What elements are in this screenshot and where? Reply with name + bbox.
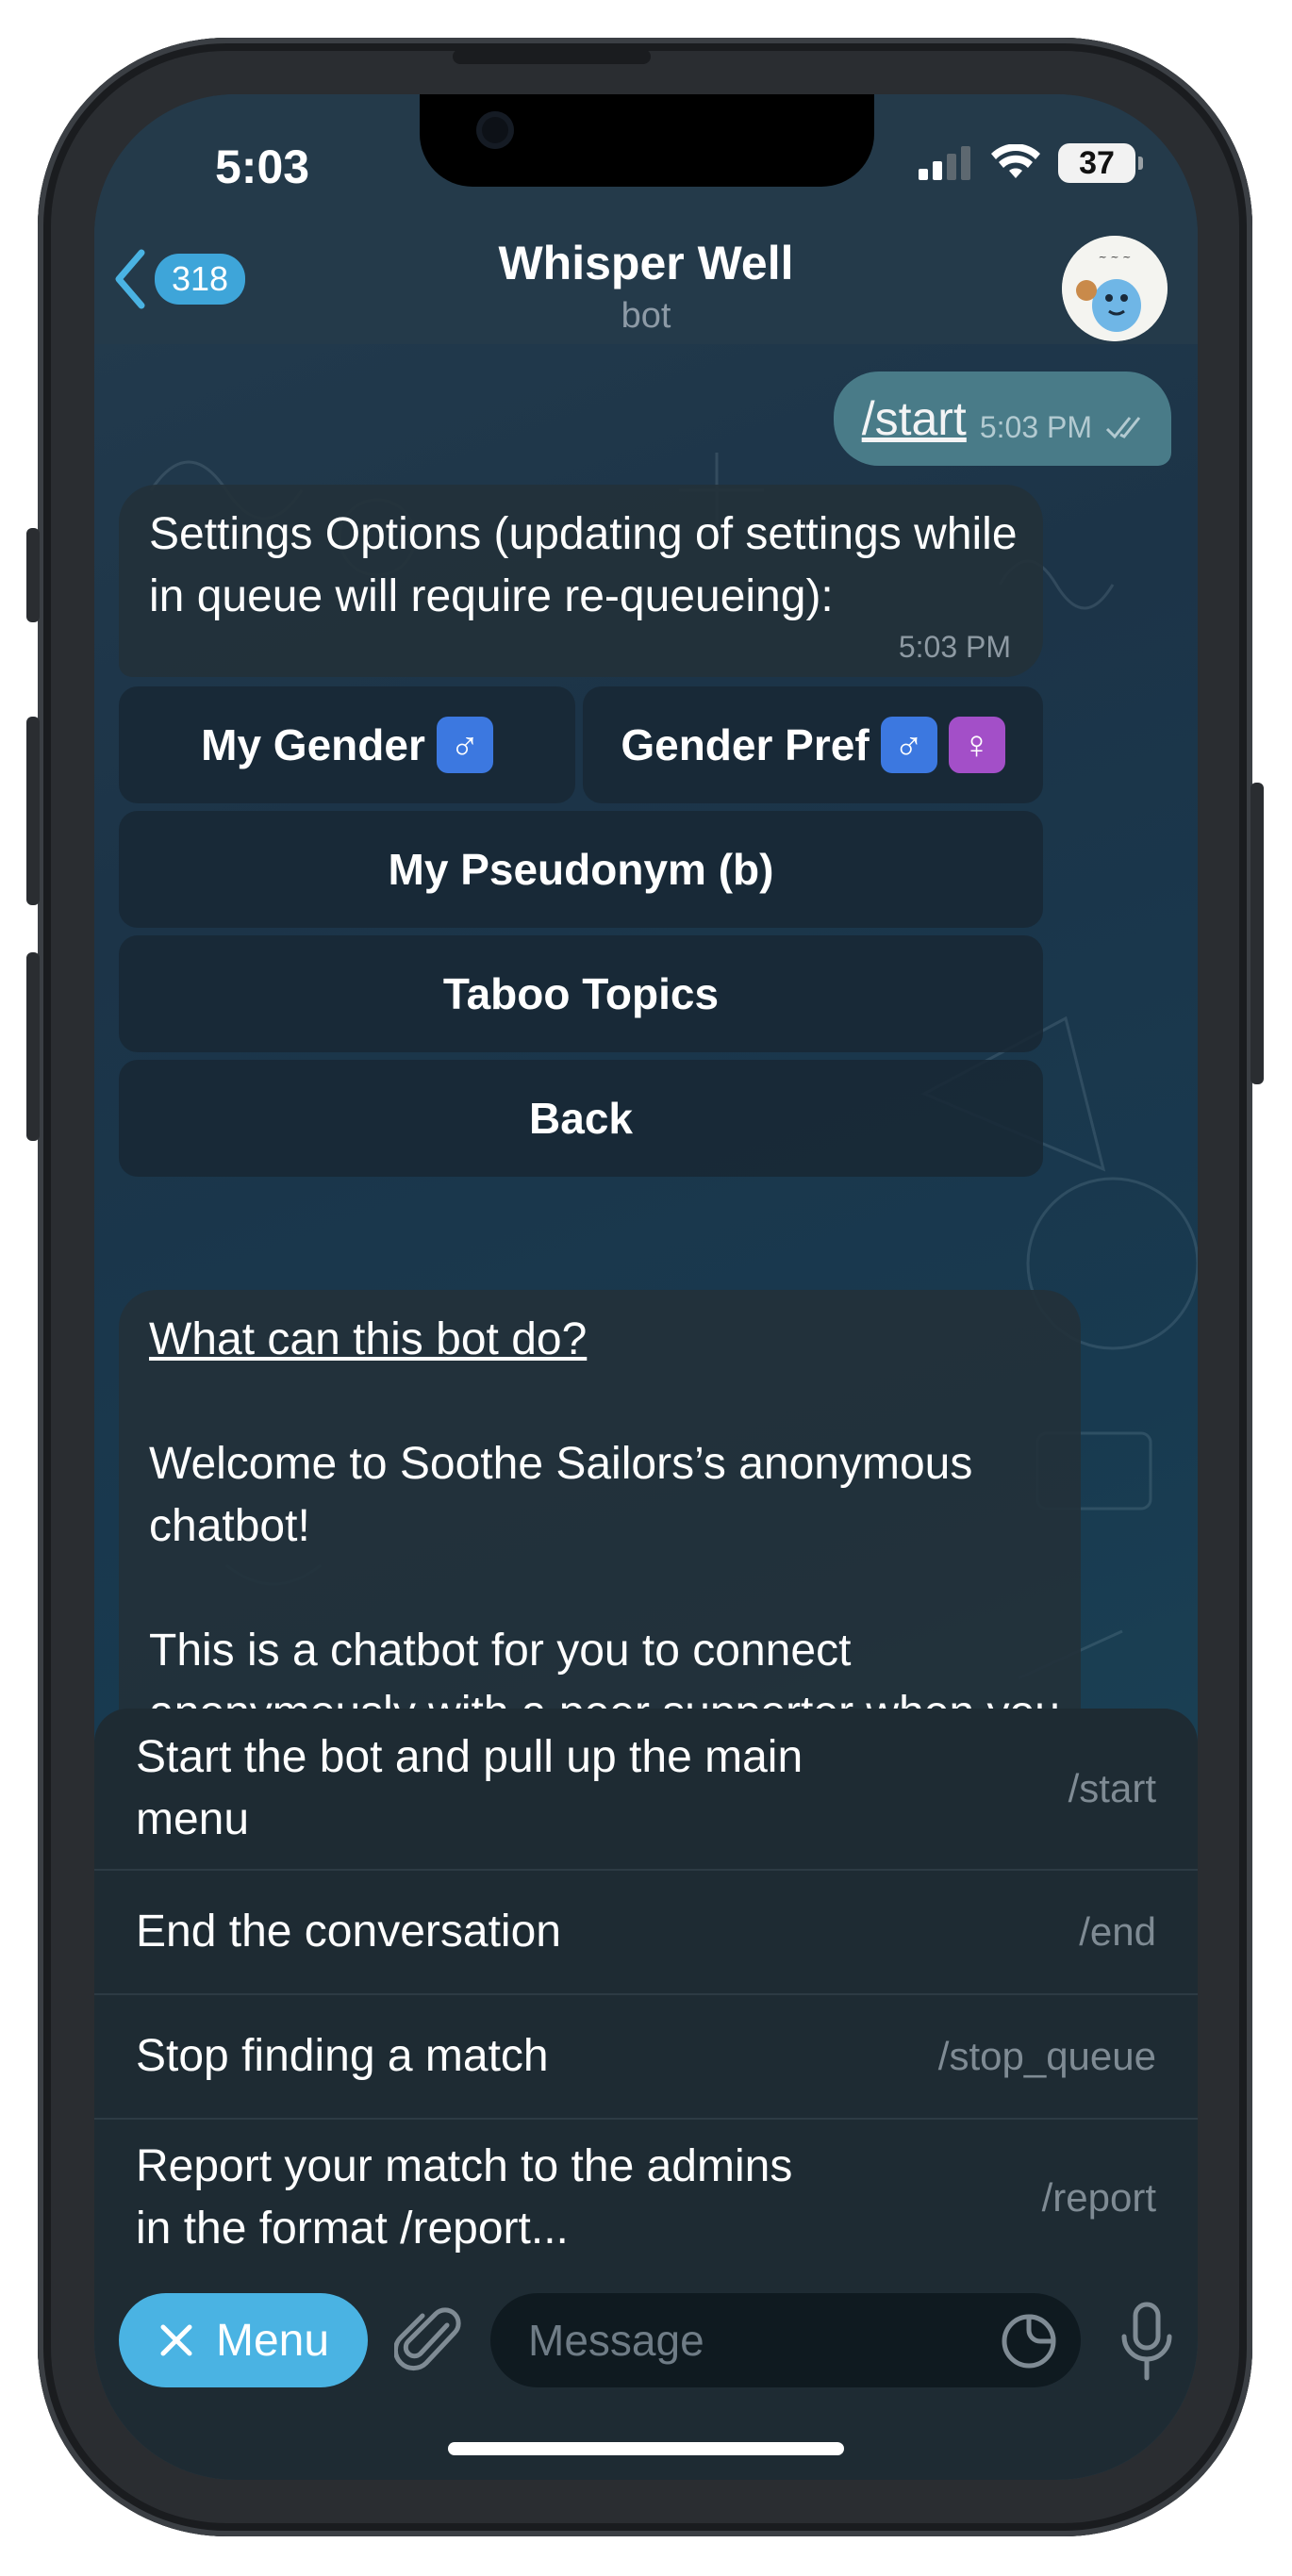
- wifi-icon: [991, 144, 1040, 178]
- command-item-report[interactable]: Report your match to the admins in the f…: [94, 2120, 1198, 2274]
- command-description: Stop finding a match: [136, 2031, 549, 2081]
- taboo-topics-label: Taboo Topics: [442, 969, 720, 1018]
- my-gender-button[interactable]: My Gender ♂: [119, 686, 575, 803]
- command-name: /stop_queue: [937, 2034, 1156, 2078]
- command-name: /start: [1068, 1766, 1156, 1810]
- phone-screen: 5:03 37 318 Whisper Well bot ~ ~ ~ /star…: [94, 94, 1198, 2480]
- paperclip-icon[interactable]: [394, 2304, 470, 2380]
- close-icon: [160, 2324, 192, 2356]
- menu-button-label: Menu: [215, 2315, 330, 2366]
- front-camera: [476, 111, 514, 149]
- taboo-topics-button[interactable]: Taboo Topics: [119, 935, 1043, 1052]
- volume-up-button: [26, 717, 40, 905]
- status-time: 5:03: [215, 140, 310, 193]
- svg-text:~ ~ ~: ~ ~ ~: [1099, 251, 1132, 263]
- chat-subtitle: bot: [621, 296, 671, 336]
- menu-button[interactable]: Menu: [119, 2293, 368, 2387]
- settings-message-time: 5:03 PM: [898, 630, 1011, 664]
- command-item-start[interactable]: Start the bot and pull up the main menu …: [94, 1709, 1198, 1871]
- home-indicator[interactable]: [448, 2442, 844, 2455]
- chat-header: 318 Whisper Well bot ~ ~ ~: [94, 226, 1198, 344]
- man-emoji-icon: ♂: [436, 717, 493, 773]
- gender-pref-button[interactable]: Gender Pref ♂ ♀: [583, 686, 1043, 803]
- bot-avatar-illustration: ~ ~ ~: [1062, 236, 1168, 341]
- settings-message-text: Settings Options (updating of settings w…: [149, 509, 1018, 621]
- back-keyboard-label: Back: [529, 1094, 633, 1143]
- my-gender-label: My Gender: [201, 720, 425, 769]
- command-list: Start the bot and pull up the main menu …: [94, 1709, 1198, 2274]
- gender-pref-label: Gender Pref: [621, 720, 870, 769]
- command-item-end[interactable]: End the conversation /end: [94, 1871, 1198, 1995]
- mute-switch: [26, 528, 40, 622]
- outgoing-message[interactable]: /start 5:03 PM: [833, 372, 1171, 466]
- bot-avatar-icon[interactable]: ~ ~ ~: [1062, 236, 1168, 341]
- back-keyboard-button[interactable]: Back: [119, 1060, 1043, 1177]
- command-item-stop-queue[interactable]: Stop finding a match /stop_queue: [94, 1995, 1198, 2120]
- notch: [420, 94, 874, 187]
- microphone-icon[interactable]: [1113, 2301, 1181, 2382]
- bot-description-title: What can this bot do?: [149, 1314, 588, 1364]
- command-description: Start the bot and pull up the main menu: [136, 1732, 803, 1844]
- status-icons: 37: [919, 143, 1143, 183]
- message-input[interactable]: [490, 2293, 1081, 2387]
- outgoing-message-time: 5:03 PM: [979, 409, 1092, 444]
- chat-title[interactable]: Whisper Well: [94, 236, 1198, 290]
- woman-emoji-icon: ♀: [948, 717, 1005, 773]
- earpiece-speaker: [453, 49, 651, 64]
- outgoing-message-text[interactable]: /start: [862, 391, 967, 446]
- sticker-icon[interactable]: [1000, 2312, 1058, 2370]
- command-description: Report your match to the admins in the f…: [136, 2141, 793, 2254]
- command-description: End the conversation: [136, 1907, 561, 1957]
- battery-indicator: 37: [1058, 143, 1143, 183]
- cellular-signal-icon: [919, 146, 970, 180]
- command-name: /report: [1041, 2175, 1156, 2220]
- man-emoji-icon: ♂: [880, 717, 937, 773]
- power-button: [1251, 783, 1264, 1084]
- settings-message: Settings Options (updating of settings w…: [119, 485, 1043, 677]
- my-pseudonym-label: My Pseudonym (b): [388, 845, 774, 894]
- command-name: /end: [1079, 1909, 1156, 1954]
- volume-down-button: [26, 952, 40, 1141]
- my-pseudonym-button[interactable]: My Pseudonym (b): [119, 811, 1043, 928]
- double-check-icon: [1105, 417, 1141, 439]
